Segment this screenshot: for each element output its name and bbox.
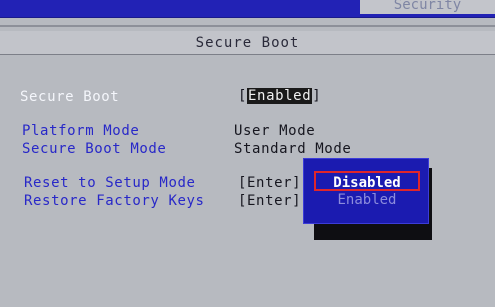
reset-to-setup-mode-value[interactable]: [Enter] — [238, 175, 301, 191]
heading-underline — [0, 54, 495, 55]
restore-factory-keys-label[interactable]: Restore Factory Keys — [24, 193, 205, 209]
secure-boot-value[interactable]: [Enabled] — [238, 88, 321, 106]
restore-factory-keys-value[interactable]: [Enter] — [238, 193, 301, 209]
popup-option-disabled[interactable]: Disabled — [314, 171, 420, 191]
reset-to-setup-mode-label[interactable]: Reset to Setup Mode — [24, 175, 196, 191]
secure-boot-mode-value: Standard Mode — [234, 141, 352, 157]
popup-option-enabled[interactable]: Enabled — [314, 190, 420, 210]
secure-boot-label[interactable]: Secure Boot — [20, 89, 119, 105]
secure-boot-options-popup: Disabled Enabled — [303, 158, 429, 224]
heading-separator — [0, 25, 495, 27]
page-heading-bar: Secure Boot — [0, 31, 495, 55]
tab-security[interactable]: Security — [360, 0, 495, 14]
top-menu-bar: Security — [0, 0, 495, 18]
platform-mode-label: Platform Mode — [22, 123, 140, 139]
page-title: Secure Boot — [195, 35, 300, 51]
platform-mode-value: User Mode — [234, 123, 316, 139]
secure-boot-value-text: Enabled — [247, 88, 313, 104]
secure-boot-mode-label: Secure Boot Mode — [22, 141, 167, 157]
